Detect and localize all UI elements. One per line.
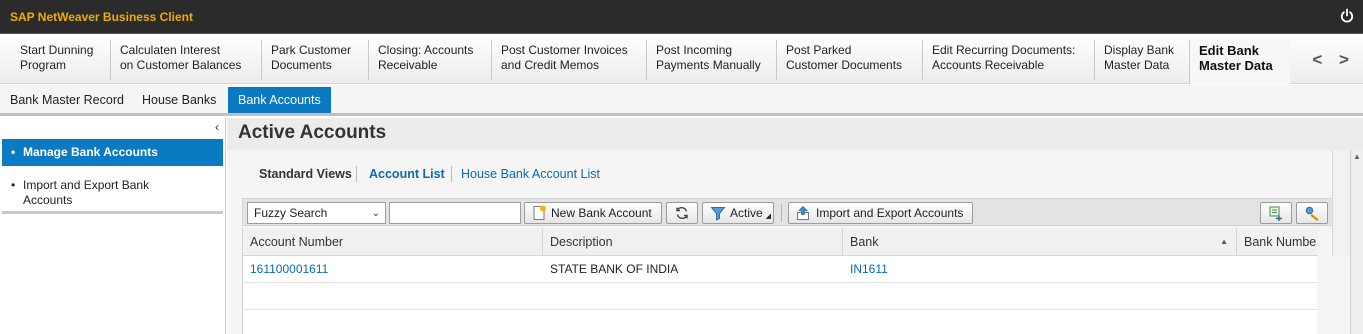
- sub-tabs: Bank Master Record House Banks Bank Acco…: [0, 85, 1363, 116]
- main-panel: Active Accounts Standard Views Account L…: [227, 118, 1363, 334]
- personalize-table-button[interactable]: [1296, 202, 1328, 224]
- divider: [451, 166, 452, 182]
- tab-label-line1: Post Parked: [786, 43, 852, 57]
- refresh-button[interactable]: [666, 202, 698, 224]
- export-table-button[interactable]: [1260, 202, 1292, 224]
- button-label: Active: [730, 206, 763, 220]
- subtab-house-banks[interactable]: House Banks: [132, 87, 226, 113]
- table-row[interactable]: [243, 310, 1318, 334]
- button-label: New Bank Account: [551, 206, 652, 220]
- tab-start-dunning-program[interactable]: Start Dunning Program: [11, 40, 101, 80]
- table-row[interactable]: 161100001611 STATE BANK OF INDIA IN1611: [243, 256, 1318, 283]
- import-export-accounts-button[interactable]: Import and Export Accounts: [788, 202, 973, 224]
- subtab-bank-master-record[interactable]: Bank Master Record: [0, 87, 134, 113]
- tab-edit-recurring-documents[interactable]: Edit Recurring Documents: Accounts Recei…: [922, 40, 1083, 80]
- tab-label-line1: Post Customer Invoices: [501, 43, 628, 57]
- tab-calculate-interest[interactable]: Calculaten Interest on Customer Balances: [110, 40, 249, 80]
- dropdown-triangle-icon: ◢: [765, 213, 771, 220]
- tab-label-line1: Park Customer: [271, 43, 352, 57]
- tab-label-line2: Master Data: [1199, 58, 1273, 73]
- divider: [781, 204, 782, 222]
- subtab-bank-accounts[interactable]: Bank Accounts: [228, 87, 331, 113]
- sidebar: ‹ • Manage Bank Accounts • Import and Ex…: [0, 118, 226, 334]
- tab-label-line1: Edit Recurring Documents:: [932, 43, 1076, 57]
- title-bar: SAP NetWeaver Business Client: [0, 0, 1363, 34]
- tab-post-parked-customer-documents[interactable]: Post Parked Customer Documents: [776, 40, 910, 80]
- page-title: Active Accounts: [238, 122, 387, 143]
- tab-label-line2: on Customer Balances: [120, 58, 242, 72]
- tab-scroll-arrows[interactable]: < >: [1312, 50, 1355, 70]
- sidebar-item-import-export-bank-accounts[interactable]: • Import and Export Bank Accounts: [2, 174, 223, 214]
- column-header-account-number[interactable]: Account Number: [243, 228, 543, 256]
- tab-label-line2: Accounts Receivable: [932, 58, 1045, 72]
- power-icon[interactable]: [1339, 8, 1355, 24]
- button-label: Import and Export Accounts: [816, 206, 964, 220]
- search-type-select[interactable]: Fuzzy Search ⌄: [247, 202, 386, 224]
- tab-label-line2: Payments Manually: [656, 58, 761, 72]
- settings-icon: [1305, 206, 1319, 221]
- bullet-icon: •: [11, 145, 16, 159]
- standard-views-label: Standard Views: [259, 167, 352, 181]
- cell-account-number[interactable]: 161100001611: [243, 256, 543, 283]
- page-scrollbar[interactable]: ▲: [1350, 150, 1363, 334]
- filter-icon: [710, 207, 726, 221]
- chevron-down-icon: ⌄: [371, 208, 380, 219]
- search-input[interactable]: [389, 202, 521, 224]
- sidebar-item-label: Manage Bank Accounts: [23, 145, 158, 159]
- tab-display-bank-master-data[interactable]: Display Bank Master Data: [1094, 40, 1182, 80]
- tab-label-line1: Calculaten Interest: [120, 43, 221, 57]
- tab-label-line1: Start Dunning: [20, 43, 94, 57]
- window-title: SAP NetWeaver Business Client: [10, 10, 193, 24]
- collapse-sidebar-icon[interactable]: ‹: [215, 120, 219, 134]
- scroll-up-icon[interactable]: ▲: [1353, 152, 1361, 161]
- tab-closing-accounts-receivable[interactable]: Closing: Accounts Receivable: [368, 40, 481, 80]
- tab-label-line1: Display Bank: [1104, 43, 1175, 57]
- tab-post-incoming-payments[interactable]: Post Incoming Payments Manually: [646, 40, 769, 80]
- column-header-label: Bank: [850, 235, 879, 249]
- tab-label-line1: Closing: Accounts: [378, 43, 474, 57]
- tab-label-line2: Program: [20, 58, 67, 72]
- column-header-bank[interactable]: Bank ▲: [843, 228, 1237, 256]
- launch-tabs: Start Dunning Program Calculaten Interes…: [0, 34, 1363, 84]
- bullet-icon: •: [11, 178, 16, 192]
- tab-label-line2: and Credit Memos: [501, 58, 600, 72]
- tab-label-line1: Edit Bank: [1199, 43, 1259, 58]
- tab-edit-bank-master-data[interactable]: Edit Bank Master Data: [1189, 40, 1290, 84]
- view-link-house-bank-account-list[interactable]: House Bank Account List: [461, 167, 600, 181]
- tab-label-line2: Receivable: [378, 58, 438, 72]
- new-bank-account-button[interactable]: New Bank Account: [524, 202, 662, 224]
- refresh-icon: [676, 206, 688, 220]
- active-filter-button[interactable]: Active ◢: [702, 202, 774, 224]
- tab-label-line1: Post Incoming: [656, 43, 733, 57]
- import-export-icon: [797, 206, 809, 220]
- tab-post-customer-invoices[interactable]: Post Customer Invoices and Credit Memos: [491, 40, 636, 80]
- export-icon: [1269, 206, 1282, 221]
- tab-label-line2: Master Data: [1104, 58, 1170, 72]
- view-link-account-list[interactable]: Account List: [369, 167, 445, 181]
- search-type-value: Fuzzy Search: [254, 206, 328, 220]
- column-header-description[interactable]: Description: [543, 228, 843, 256]
- divider: [356, 166, 357, 182]
- table-scrollbar[interactable]: [1332, 150, 1350, 256]
- new-document-icon: [533, 205, 546, 220]
- accounts-table: Account Number Description Bank ▲ Bank N…: [242, 228, 1318, 334]
- tab-park-customer-documents[interactable]: Park Customer Documents: [261, 40, 359, 80]
- sidebar-item-manage-bank-accounts[interactable]: • Manage Bank Accounts: [2, 139, 223, 166]
- tab-label-line2: Customer Documents: [786, 58, 903, 72]
- cell-description: STATE BANK OF INDIA: [550, 262, 679, 276]
- table-toolbar: Fuzzy Search ⌄ New Bank Account Active ◢…: [242, 198, 1333, 226]
- table-row[interactable]: [243, 283, 1318, 310]
- column-header-bank-number[interactable]: Bank Numbe: [1237, 228, 1318, 256]
- table-header: Account Number Description Bank ▲ Bank N…: [243, 228, 1318, 256]
- cell-bank[interactable]: IN1611: [843, 256, 1237, 283]
- sidebar-item-label-line1: Import and Export Bank: [23, 178, 150, 192]
- sort-ascending-icon: ▲: [1220, 237, 1228, 246]
- content-area: Standard Views Account List House Bank A…: [227, 150, 1363, 334]
- tab-label-line2: Documents: [271, 58, 332, 72]
- sidebar-item-label-line2: Accounts: [23, 193, 73, 207]
